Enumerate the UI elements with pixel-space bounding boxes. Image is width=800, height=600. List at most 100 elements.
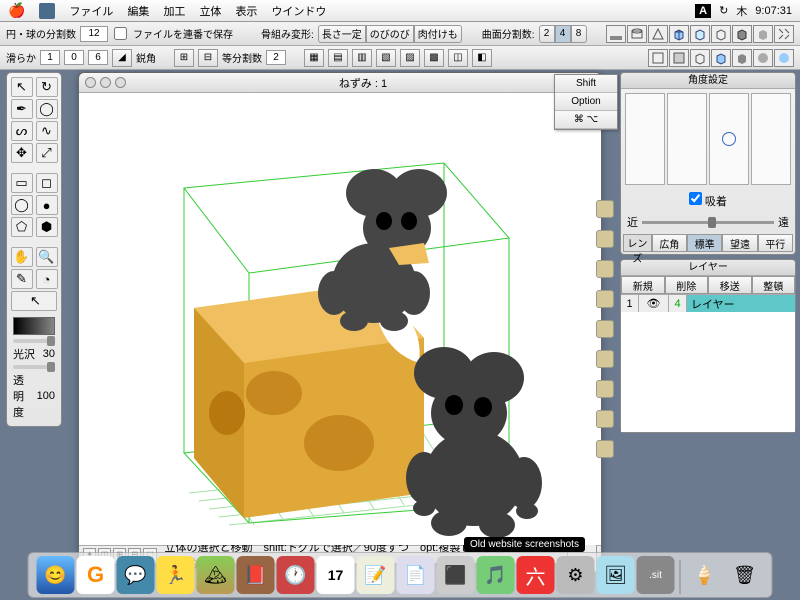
angle-persp[interactable]	[751, 93, 791, 185]
layer-row[interactable]: 1 👁 4 レイヤー	[621, 294, 795, 312]
path-tool[interactable]: ᔕ	[11, 121, 33, 141]
render-1-icon[interactable]	[648, 49, 668, 67]
layer-vis-icon[interactable]: 👁	[639, 295, 669, 312]
dock-sit[interactable]: .sit	[637, 556, 675, 594]
opacity-slider[interactable]	[13, 365, 55, 369]
dock-kan[interactable]: 六	[517, 556, 555, 594]
dock-land[interactable]: 🏔	[197, 556, 235, 594]
gradient-preview[interactable]	[13, 317, 55, 335]
select-tool[interactable]: ↖	[11, 77, 33, 97]
dock-book[interactable]: 📕	[237, 556, 275, 594]
align-6-icon[interactable]: ▩	[424, 49, 444, 67]
dock-im[interactable]: 💬	[117, 556, 155, 594]
menu-window[interactable]: ウインドウ	[271, 3, 326, 19]
smooth-2[interactable]	[64, 50, 84, 65]
cube-tool[interactable]: ◻	[36, 173, 58, 193]
poly-tool[interactable]: ⬠	[11, 217, 33, 237]
render-7-icon[interactable]	[774, 49, 794, 67]
bucket-tool[interactable]: ◔	[36, 269, 58, 289]
dock-g[interactable]: G	[77, 556, 115, 594]
scale-tool[interactable]: ⤢	[36, 143, 58, 163]
dock-aim[interactable]: 🏃	[157, 556, 195, 594]
dock-clock[interactable]: 🕐	[277, 556, 315, 594]
layer-new[interactable]: 新規	[621, 276, 665, 294]
render-5-icon[interactable]	[732, 49, 752, 67]
menu-edit[interactable]: 編集	[127, 3, 149, 19]
dock-finder[interactable]: 😊	[37, 556, 75, 594]
gloss-slider[interactable]	[13, 339, 55, 343]
lens-tele[interactable]: 望遠	[722, 234, 757, 252]
prim-ground-icon[interactable]	[606, 25, 626, 43]
bone-opt-fixed[interactable]: 長さ一定	[318, 25, 366, 43]
zoom-tool[interactable]: 🔍	[36, 247, 58, 267]
side-icon-1[interactable]	[596, 200, 614, 218]
bone-opt-stretch[interactable]: のびのび	[366, 25, 414, 43]
modifier-cmd[interactable]: ⌘ ⌥	[555, 111, 617, 129]
render-3-icon[interactable]	[690, 49, 710, 67]
side-icon-5[interactable]	[596, 320, 614, 338]
layer-sort[interactable]: 整頓	[752, 276, 796, 294]
angle-top[interactable]	[709, 93, 749, 185]
divisions-input[interactable]	[80, 26, 108, 42]
prism-tool[interactable]: ⬢	[36, 217, 58, 237]
layer-move[interactable]: 移送	[708, 276, 752, 294]
render-4-icon[interactable]	[711, 49, 731, 67]
dock-music[interactable]: 🎵	[477, 556, 515, 594]
hand-tool[interactable]: ✋	[11, 247, 33, 267]
dock-pref[interactable]: ⚙	[557, 556, 595, 594]
ellipse-tool[interactable]: ◯	[11, 195, 33, 215]
prim-last-icon[interactable]	[774, 25, 794, 43]
modifier-shift[interactable]: Shift	[555, 75, 617, 93]
side-icon-8[interactable]	[596, 410, 614, 428]
bone-opt-flesh[interactable]: 肉付けも	[414, 25, 462, 43]
dock-pad[interactable]: 📄	[397, 556, 435, 594]
smooth-3[interactable]	[88, 50, 108, 65]
align-1-icon[interactable]: ▦	[304, 49, 324, 67]
prim-cone-icon[interactable]	[648, 25, 668, 43]
viewport-titlebar[interactable]: ねずみ : 1	[79, 73, 601, 93]
prim-solid-icon[interactable]	[732, 25, 752, 43]
modifier-option[interactable]: Option	[555, 93, 617, 111]
prim-box2-icon[interactable]	[690, 25, 710, 43]
dock-pic[interactable]: 🖼	[597, 556, 635, 594]
close-icon[interactable]	[85, 77, 96, 88]
curve-2[interactable]: 2	[539, 25, 555, 43]
sync-icon[interactable]: ↻	[719, 4, 728, 17]
prim-shade-icon[interactable]	[753, 25, 773, 43]
move-tool[interactable]: ✥	[11, 143, 33, 163]
align-7-icon[interactable]: ◫	[448, 49, 468, 67]
eyedrop-tool[interactable]: ✎	[11, 269, 33, 289]
apple-menu-icon[interactable]: 🍎	[8, 2, 25, 19]
grid-b-icon[interactable]: ⊟	[198, 49, 218, 67]
side-icon-2[interactable]	[596, 230, 614, 248]
minimize-icon[interactable]	[100, 77, 111, 88]
align-3-icon[interactable]: ▥	[352, 49, 372, 67]
align-4-icon[interactable]: ▧	[376, 49, 396, 67]
grid-a-icon[interactable]: ⊞	[174, 49, 194, 67]
menu-view[interactable]: 表示	[235, 3, 257, 19]
snap-checkbox[interactable]	[689, 192, 702, 205]
menu-solid[interactable]: 立体	[199, 3, 221, 19]
side-icon-4[interactable]	[596, 290, 614, 308]
zoom-slider[interactable]	[642, 221, 774, 224]
rect-tool[interactable]: ▭	[11, 173, 33, 193]
angle-side[interactable]	[667, 93, 707, 185]
layer-name[interactable]: レイヤー	[687, 296, 795, 312]
side-icon-6[interactable]	[596, 350, 614, 368]
dock-trash[interactable]: 🗑	[726, 556, 764, 594]
dock-cone[interactable]: 🍦	[686, 556, 724, 594]
smooth-1[interactable]	[40, 50, 60, 65]
menu-file[interactable]: ファイル	[69, 3, 113, 19]
zoom-icon[interactable]	[115, 77, 126, 88]
side-icon-7[interactable]	[596, 380, 614, 398]
prim-wire-icon[interactable]	[711, 25, 731, 43]
prim-cyl-icon[interactable]	[627, 25, 647, 43]
curve-8[interactable]: 8	[571, 25, 587, 43]
lens-std[interactable]: 標準	[687, 234, 722, 252]
align-8-icon[interactable]: ◧	[472, 49, 492, 67]
app-icon[interactable]	[39, 3, 55, 19]
equal-div-input[interactable]	[266, 50, 286, 65]
menu-process[interactable]: 加工	[163, 3, 185, 19]
dock-term[interactable]: ⬛	[437, 556, 475, 594]
input-method-icon[interactable]: A	[695, 4, 711, 18]
